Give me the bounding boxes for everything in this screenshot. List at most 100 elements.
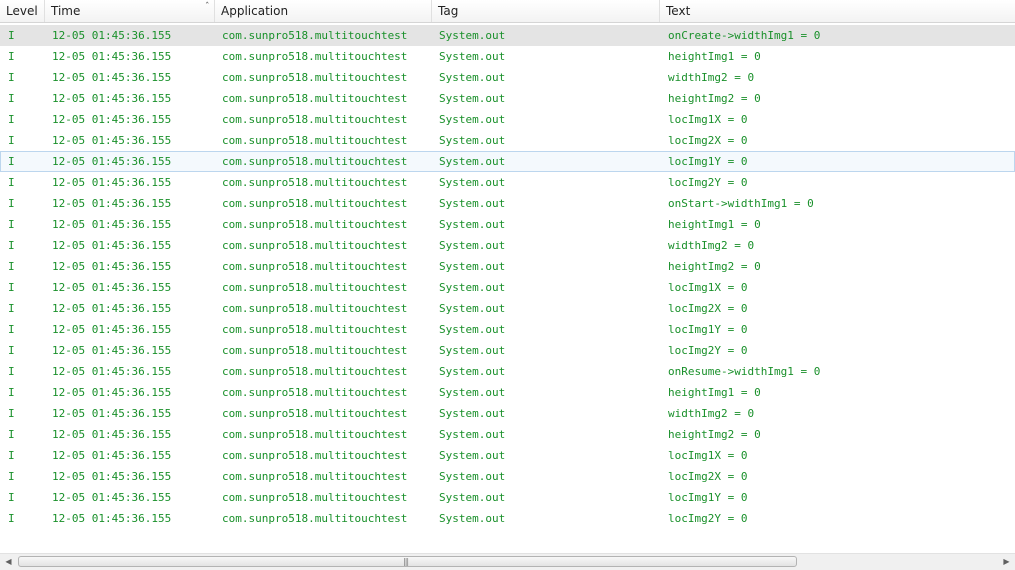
log-cell-level: I bbox=[8, 134, 15, 147]
log-cell-application: com.sunpro518.multitouchtest bbox=[222, 29, 408, 42]
log-row[interactable]: I 12-05 01:45:36.155 com.sunpro518.multito… bbox=[0, 361, 1015, 382]
log-cell-tag: System.out bbox=[439, 470, 506, 483]
log-cell-text: locImg2Y = 0 bbox=[668, 176, 748, 189]
horizontal-scrollbar[interactable]: ◀ ||| ▶ bbox=[0, 553, 1015, 570]
log-cell-application: com.sunpro518.multitouchtest bbox=[222, 323, 408, 336]
log-cell-level: I bbox=[8, 29, 15, 42]
log-row[interactable]: I 12-05 01:45:36.155 com.sunpro518.multito… bbox=[0, 256, 1015, 277]
scrollbar-thumb[interactable]: ||| bbox=[18, 556, 797, 567]
log-row[interactable]: I 12-05 01:45:36.155 com.sunpro518.multito… bbox=[0, 193, 1015, 214]
column-header-tag[interactable]: Tag bbox=[432, 0, 660, 22]
log-cell-text: locImg2Y = 0 bbox=[668, 512, 748, 525]
log-row[interactable]: I 12-05 01:45:36.155 com.sunpro518.multito… bbox=[0, 67, 1015, 88]
log-cell-text: locImg1Y = 0 bbox=[668, 155, 748, 168]
log-cell-time: 12-05 01:45:36.155 bbox=[52, 155, 172, 168]
log-row[interactable]: I 12-05 01:45:36.155 com.sunpro518.multito… bbox=[0, 487, 1015, 508]
log-row[interactable]: I 12-05 01:45:36.155 com.sunpro518.multito… bbox=[0, 340, 1015, 361]
logcat-table-header: Level Time ˆ Application Tag Text bbox=[0, 0, 1015, 23]
log-cell-time: 12-05 01:45:36.155 bbox=[52, 323, 172, 336]
log-cell-time: 12-05 01:45:36.155 bbox=[52, 281, 172, 294]
log-cell-tag: System.out bbox=[439, 281, 506, 294]
log-cell-tag: System.out bbox=[439, 113, 506, 126]
log-row[interactable]: I 12-05 01:45:36.155 com.sunpro518.multito… bbox=[0, 46, 1015, 67]
log-row[interactable]: I 12-05 01:45:36.155 com.sunpro518.multito… bbox=[0, 424, 1015, 445]
log-cell-text: onStart->widthImg1 = 0 bbox=[668, 197, 814, 210]
log-cell-tag: System.out bbox=[439, 449, 506, 462]
log-cell-time: 12-05 01:45:36.155 bbox=[52, 449, 172, 462]
log-cell-application: com.sunpro518.multitouchtest bbox=[222, 260, 408, 273]
log-cell-application: com.sunpro518.multitouchtest bbox=[222, 218, 408, 231]
log-cell-application: com.sunpro518.multitouchtest bbox=[222, 197, 408, 210]
log-cell-application: com.sunpro518.multitouchtest bbox=[222, 134, 408, 147]
log-cell-level: I bbox=[8, 323, 15, 336]
log-cell-tag: System.out bbox=[439, 512, 506, 525]
log-row[interactable]: I 12-05 01:45:36.155 com.sunpro518.multito… bbox=[0, 277, 1015, 298]
column-header-level[interactable]: Level bbox=[0, 0, 45, 22]
column-header-application[interactable]: Application bbox=[215, 0, 432, 22]
log-cell-level: I bbox=[8, 344, 15, 357]
log-cell-time: 12-05 01:45:36.155 bbox=[52, 239, 172, 252]
log-cell-text: locImg2Y = 0 bbox=[668, 344, 748, 357]
log-cell-application: com.sunpro518.multitouchtest bbox=[222, 407, 408, 420]
log-cell-application: com.sunpro518.multitouchtest bbox=[222, 512, 408, 525]
log-cell-text: locImg2X = 0 bbox=[668, 302, 748, 315]
log-cell-time: 12-05 01:45:36.155 bbox=[52, 491, 172, 504]
log-cell-application: com.sunpro518.multitouchtest bbox=[222, 449, 408, 462]
log-row[interactable]: I 12-05 01:45:36.155 com.sunpro518.multito… bbox=[0, 172, 1015, 193]
log-cell-time: 12-05 01:45:36.155 bbox=[52, 134, 172, 147]
log-cell-level: I bbox=[8, 155, 15, 168]
log-cell-text: heightImg1 = 0 bbox=[668, 50, 761, 63]
log-row[interactable]: I 12-05 01:45:36.155 com.sunpro518.multito… bbox=[0, 319, 1015, 340]
log-row[interactable]: I 12-05 01:45:36.155 com.sunpro518.multito… bbox=[0, 25, 1015, 46]
log-row[interactable]: I 12-05 01:45:36.155 com.sunpro518.multito… bbox=[0, 445, 1015, 466]
log-row[interactable]: I 12-05 01:45:36.155 com.sunpro518.multito… bbox=[0, 130, 1015, 151]
log-cell-text: locImg1X = 0 bbox=[668, 281, 748, 294]
log-cell-time: 12-05 01:45:36.155 bbox=[52, 470, 172, 483]
log-row[interactable]: I 12-05 01:45:36.155 com.sunpro518.multito… bbox=[0, 382, 1015, 403]
log-cell-tag: System.out bbox=[439, 134, 506, 147]
log-cell-application: com.sunpro518.multitouchtest bbox=[222, 281, 408, 294]
log-cell-application: com.sunpro518.multitouchtest bbox=[222, 470, 408, 483]
log-cell-time: 12-05 01:45:36.155 bbox=[52, 428, 172, 441]
log-cell-tag: System.out bbox=[439, 407, 506, 420]
scroll-right-icon[interactable]: ▶ bbox=[998, 554, 1015, 570]
log-cell-time: 12-05 01:45:36.155 bbox=[52, 29, 172, 42]
log-row[interactable]: I 12-05 01:45:36.155 com.sunpro518.multito… bbox=[0, 88, 1015, 109]
log-cell-level: I bbox=[8, 92, 15, 105]
log-row[interactable]: I 12-05 01:45:36.155 com.sunpro518.multito… bbox=[0, 403, 1015, 424]
log-cell-tag: System.out bbox=[439, 344, 506, 357]
log-cell-level: I bbox=[8, 50, 15, 63]
log-cell-tag: System.out bbox=[439, 176, 506, 189]
log-row[interactable]: I 12-05 01:45:36.155 com.sunpro518.multito… bbox=[0, 214, 1015, 235]
log-cell-text: widthImg2 = 0 bbox=[668, 407, 755, 420]
log-cell-tag: System.out bbox=[439, 71, 506, 84]
log-cell-level: I bbox=[8, 428, 15, 441]
log-row[interactable]: I 12-05 01:45:36.155 com.sunpro518.multito… bbox=[0, 151, 1015, 172]
column-header-time[interactable]: Time bbox=[45, 0, 215, 22]
log-cell-time: 12-05 01:45:36.155 bbox=[52, 260, 172, 273]
log-cell-tag: System.out bbox=[439, 260, 506, 273]
scroll-left-icon[interactable]: ◀ bbox=[0, 554, 17, 570]
log-cell-time: 12-05 01:45:36.155 bbox=[52, 386, 172, 399]
log-cell-application: com.sunpro518.multitouchtest bbox=[222, 50, 408, 63]
log-cell-text: heightImg2 = 0 bbox=[668, 260, 761, 273]
log-cell-text: locImg1Y = 0 bbox=[668, 323, 748, 336]
log-cell-application: com.sunpro518.multitouchtest bbox=[222, 239, 408, 252]
log-cell-text: heightImg2 = 0 bbox=[668, 92, 761, 105]
log-cell-level: I bbox=[8, 302, 15, 315]
log-row[interactable]: I 12-05 01:45:36.155 com.sunpro518.multito… bbox=[0, 235, 1015, 256]
scrollbar-grip-icon: ||| bbox=[403, 557, 409, 566]
log-cell-text: locImg1X = 0 bbox=[668, 113, 748, 126]
log-row[interactable]: I 12-05 01:45:36.155 com.sunpro518.multito… bbox=[0, 298, 1015, 319]
log-cell-tag: System.out bbox=[439, 323, 506, 336]
log-cell-application: com.sunpro518.multitouchtest bbox=[222, 386, 408, 399]
log-cell-time: 12-05 01:45:36.155 bbox=[52, 176, 172, 189]
log-row[interactable]: I 12-05 01:45:36.155 com.sunpro518.multito… bbox=[0, 466, 1015, 487]
log-cell-tag: System.out bbox=[439, 386, 506, 399]
log-cell-level: I bbox=[8, 512, 15, 525]
log-cell-application: com.sunpro518.multitouchtest bbox=[222, 71, 408, 84]
log-row[interactable]: I 12-05 01:45:36.155 com.sunpro518.multito… bbox=[0, 508, 1015, 529]
log-row[interactable]: I 12-05 01:45:36.155 com.sunpro518.multito… bbox=[0, 109, 1015, 130]
column-header-text[interactable]: Text bbox=[660, 0, 1015, 22]
log-cell-level: I bbox=[8, 470, 15, 483]
